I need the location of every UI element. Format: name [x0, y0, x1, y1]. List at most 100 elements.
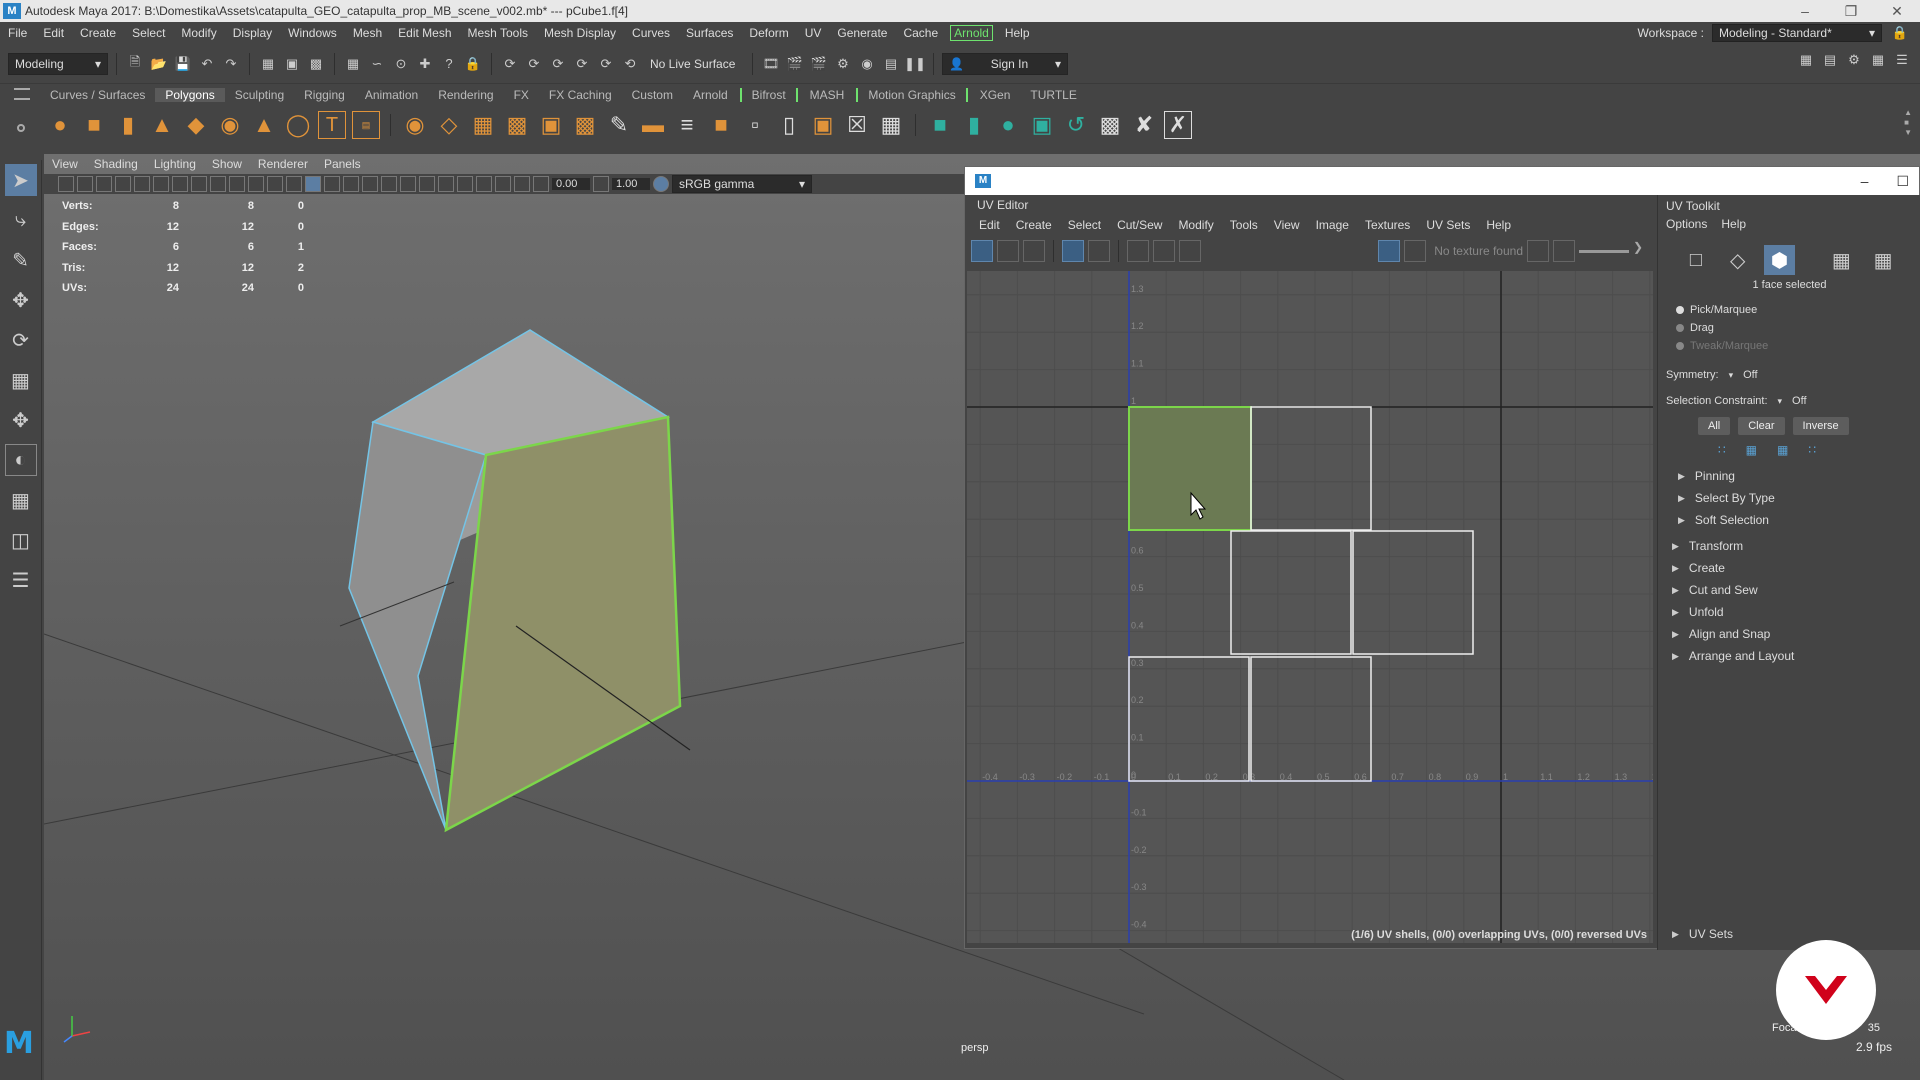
select-tool-icon[interactable]: ➤ — [4, 164, 37, 196]
menu-create[interactable]: Create — [72, 26, 124, 40]
live-surface-field[interactable]: No Live Surface — [644, 53, 744, 75]
target-weld-icon[interactable]: ☒ — [843, 111, 871, 139]
shelf-tab-polygons[interactable]: Polygons — [155, 88, 225, 102]
poly-torus-icon[interactable]: ◉ — [216, 111, 244, 139]
shelf-tab-curves-surfaces[interactable]: Curves / Surfaces — [40, 88, 155, 102]
uv-snapshot-icon[interactable] — [1153, 240, 1175, 262]
ipr-render-icon[interactable]: 🎬 — [809, 54, 829, 74]
pick-marquee-radio[interactable]: Pick/Marquee — [1658, 301, 1920, 319]
subsection-select-by-type[interactable]: ▶ Select By Type — [1658, 487, 1920, 509]
close-icon[interactable]: ✕ — [1874, 0, 1920, 22]
layout-icon[interactable]: ✗ — [1164, 111, 1192, 139]
bridge-icon[interactable]: ▩ — [571, 111, 599, 139]
menu-uv[interactable]: UV — [797, 26, 830, 40]
shelf-tab-custom[interactable]: Custom — [622, 88, 683, 102]
unfold-icon[interactable]: ✘ — [1130, 111, 1158, 139]
four-view-layout-icon[interactable]: ▦ — [5, 484, 37, 516]
two-view-layout-icon[interactable]: ◫ — [5, 524, 37, 556]
collapse-icon[interactable]: ▦ — [877, 111, 905, 139]
uv-camera-icon[interactable] — [1179, 240, 1201, 262]
svg-icon[interactable]: ▤ — [352, 111, 380, 139]
camera-icon[interactable] — [58, 176, 74, 192]
menu-modify[interactable]: Modify — [173, 26, 224, 40]
menu-display[interactable]: Display — [225, 26, 280, 40]
edge-mode-icon[interactable]: ◇ — [1722, 245, 1754, 275]
history-icon[interactable]: ⟳ — [524, 54, 544, 74]
motion-blur-icon[interactable] — [419, 176, 435, 192]
shelf-tab-fx[interactable]: FX — [504, 88, 539, 102]
hypershade-icon[interactable]: ◉ — [857, 54, 877, 74]
outliner-layout-icon[interactable]: ☰ — [5, 564, 37, 596]
automatic-mapping-icon[interactable]: ▣ — [1028, 111, 1056, 139]
undo-icon[interactable]: ↶ — [197, 54, 217, 74]
tweak-marquee-radio[interactable]: Tweak/Marquee — [1658, 337, 1920, 355]
exposure-value[interactable]: 0.00 — [552, 178, 590, 190]
tool-settings-icon[interactable]: ⚙ — [1844, 50, 1864, 70]
poly-type-icon[interactable]: T — [318, 111, 346, 139]
poly-cube-icon[interactable]: ■ — [80, 111, 108, 139]
toolbar-expand-icon[interactable]: ❯ — [1633, 240, 1655, 262]
uv-menu-select[interactable]: Select — [1060, 218, 1109, 232]
uv-texture-editor-canvas[interactable]: -0.5-0.4-0.3-0.2-0.100.10.20.30.40.50.60… — [967, 271, 1653, 943]
poly-cylinder-icon[interactable]: ▮ — [114, 111, 142, 139]
uv-grid-icon[interactable] — [971, 240, 993, 262]
sign-in-dropdown[interactable]: 👤 Sign In ▾ — [942, 52, 1068, 75]
cylindrical-mapping-icon[interactable]: ▮ — [960, 111, 988, 139]
snap-grid-icon[interactable]: ▦ — [343, 54, 363, 74]
drag-radio[interactable]: Drag — [1658, 319, 1920, 337]
restore-icon[interactable]: ❐ — [1828, 0, 1874, 22]
uv-checker-pattern-icon[interactable] — [1404, 240, 1427, 262]
uv-menu-uv-sets[interactable]: UV Sets — [1418, 218, 1478, 232]
menu-edit-mesh[interactable]: Edit Mesh — [390, 26, 459, 40]
planar-mapping-icon[interactable]: ■ — [926, 111, 954, 139]
shelf-tab-rendering[interactable]: Rendering — [428, 88, 503, 102]
shelf-options-icon[interactable] — [17, 124, 25, 132]
shelf-tab-mash[interactable]: MASH — [800, 88, 855, 102]
boolean-icon[interactable]: ▣ — [537, 111, 565, 139]
subsection-soft-selection[interactable]: ▶ Soft Selection — [1658, 509, 1920, 531]
open-scene-icon[interactable]: 📂 — [149, 54, 169, 74]
chevron-down-icon[interactable]: ▾ — [1729, 370, 1734, 381]
xray-joints-icon[interactable] — [514, 176, 530, 192]
shelf-tab-xgen[interactable]: XGen — [970, 88, 1021, 102]
snap-surface-icon[interactable]: ? — [439, 54, 459, 74]
uv-menu-edit[interactable]: Edit — [971, 218, 1008, 232]
menu-set-dropdown[interactable]: Modeling ▾ — [8, 52, 108, 75]
exposure-icon[interactable] — [533, 176, 549, 192]
render-settings-icon[interactable]: ⚙ — [833, 54, 853, 74]
uv-mode-icon[interactable]: ▦ — [1825, 245, 1857, 275]
uv-menu-modify[interactable]: Modify — [1170, 218, 1221, 232]
wireframe-on-shaded-icon[interactable] — [324, 176, 340, 192]
symmetry-value[interactable]: Off — [1743, 369, 1757, 381]
inverse-selection-button[interactable]: Inverse — [1792, 417, 1849, 435]
redo-icon[interactable]: ↷ — [221, 54, 241, 74]
shelf-tab-fx-caching[interactable]: FX Caching — [539, 88, 622, 102]
render-icon[interactable]: ▤ — [881, 54, 901, 74]
uv-shell[interactable] — [1128, 656, 1250, 782]
clear-selection-button[interactable]: Clear — [1738, 417, 1785, 435]
combine-icon[interactable]: ◉ — [401, 111, 429, 139]
section-transform[interactable]: ▶ Transform — [1658, 535, 1920, 557]
uv-dim-image-icon[interactable] — [1023, 240, 1045, 262]
rgb-channel-icon[interactable] — [1527, 240, 1549, 262]
select-all-button[interactable]: All — [1698, 417, 1731, 435]
alpha-channel-icon[interactable] — [1553, 240, 1575, 262]
grid-icon[interactable] — [172, 176, 188, 192]
append-icon[interactable]: ▫ — [741, 111, 769, 139]
camera-based-mapping-icon[interactable]: ↺ — [1062, 111, 1090, 139]
toolkit-menu-help[interactable]: Help — [1721, 217, 1746, 231]
section-unfold[interactable]: ▶ Unfold — [1658, 601, 1920, 623]
gate-mask-icon[interactable] — [229, 176, 245, 192]
menu-edit[interactable]: Edit — [35, 26, 72, 40]
soft-modification-icon[interactable]: ◐ — [4, 444, 37, 476]
uv-menu-help[interactable]: Help — [1478, 218, 1519, 232]
2d-pan-icon[interactable] — [134, 176, 150, 192]
lock-icon[interactable]: 🔒 — [1890, 23, 1910, 43]
history-icon[interactable]: ⟳ — [596, 54, 616, 74]
history-icon[interactable]: ⟳ — [500, 54, 520, 74]
textured-icon[interactable] — [343, 176, 359, 192]
ambient-occlusion-icon[interactable] — [400, 176, 416, 192]
poly-sphere-icon[interactable]: ● — [46, 111, 74, 139]
uv-shell[interactable] — [1230, 530, 1352, 655]
bookmark-icon[interactable] — [96, 176, 112, 192]
